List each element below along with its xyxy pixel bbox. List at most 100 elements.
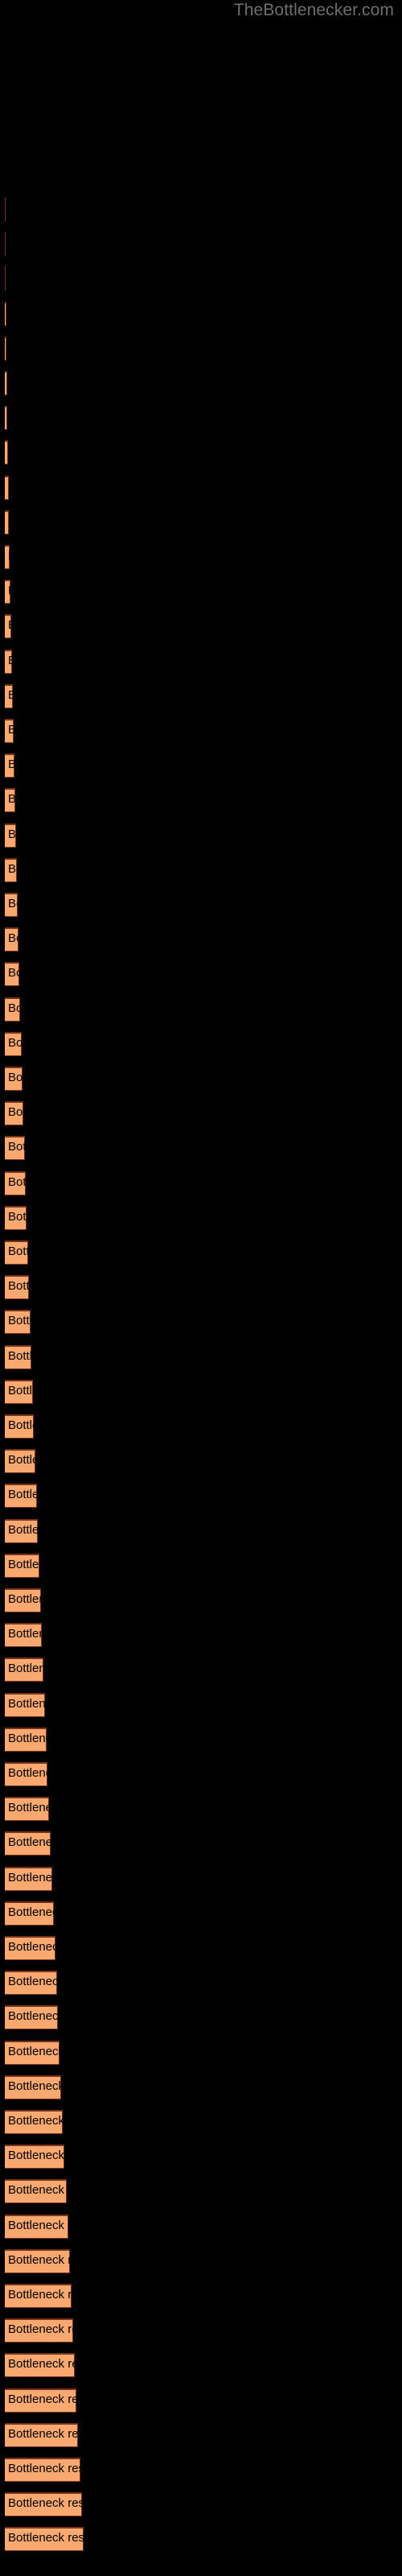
bar-label: Bottleneck result bbox=[8, 1697, 45, 1711]
bar-label: Bottleneck result bbox=[8, 792, 15, 806]
bar-label-clip: Bottleneck result bbox=[5, 476, 9, 500]
bar-row: Bottleneck result bbox=[0, 2179, 402, 2203]
bar-label: Bottleneck result bbox=[8, 1105, 23, 1119]
bar-row: Bottleneck result bbox=[0, 302, 402, 326]
bar-row: Bottleneck result bbox=[0, 2005, 402, 2029]
bar-label-clip: Bottleneck result bbox=[5, 1380, 33, 1404]
bar-row: Bottleneck result bbox=[0, 2110, 402, 2134]
bar-row: Bottleneck result bbox=[0, 371, 402, 395]
bar-row: Bottleneck result bbox=[0, 927, 402, 952]
bar-row: Bottleneck result bbox=[0, 2041, 402, 2065]
bar-label: Bottleneck result bbox=[8, 688, 13, 702]
bar-label-clip: Bottleneck result bbox=[5, 1554, 39, 1578]
bar-label: Bottleneck result bbox=[8, 1210, 27, 1224]
bar-label: Bottleneck result bbox=[8, 931, 18, 945]
bar-label-clip: Bottleneck result bbox=[5, 1588, 41, 1612]
bar-label: Bottleneck result bbox=[8, 2219, 68, 2232]
bar-label-clip: Bottleneck result bbox=[5, 580, 10, 604]
bar-label: Bottleneck result bbox=[8, 1175, 26, 1189]
bar-row: Bottleneck result bbox=[0, 266, 402, 291]
bar-row: Bottleneck result bbox=[0, 893, 402, 917]
bar-row: Bottleneck result bbox=[0, 1762, 402, 1786]
bar-label-clip: Bottleneck result bbox=[5, 1206, 27, 1230]
bar-row: Bottleneck result bbox=[0, 684, 402, 708]
bar-label-clip: Bottleneck result bbox=[5, 893, 18, 917]
chart-plot-area: Bottleneck result Bottleneck result Bottle… bbox=[0, 0, 402, 2576]
bar-label-clip: Bottleneck result bbox=[5, 2492, 82, 2516]
bar-label: Bottleneck result bbox=[8, 2531, 84, 2545]
bar-row: Bottleneck result bbox=[0, 997, 402, 1022]
bar-row: Bottleneck result bbox=[0, 824, 402, 848]
bar-label-clip: Bottleneck result bbox=[5, 927, 18, 952]
bar-row: Bottleneck result bbox=[0, 1588, 402, 1612]
bar-row: Bottleneck result bbox=[0, 753, 402, 778]
bar-label-clip: Bottleneck result bbox=[5, 788, 15, 812]
bar-label-clip: Bottleneck result bbox=[5, 545, 10, 569]
bar-row: Bottleneck result bbox=[0, 1554, 402, 1578]
bar-label: Bottleneck result bbox=[8, 1036, 22, 1050]
bar-label: Bottleneck result bbox=[8, 897, 18, 910]
bar-label-clip: Bottleneck result bbox=[5, 1936, 55, 1960]
bar-row: Bottleneck result bbox=[0, 1101, 402, 1125]
bar-row: Bottleneck result bbox=[0, 406, 402, 430]
bar-label-clip: Bottleneck result bbox=[5, 1414, 34, 1439]
bar-label: Bottleneck result bbox=[8, 1418, 34, 1432]
bar-row: Bottleneck result bbox=[0, 719, 402, 743]
bar-row: Bottleneck result bbox=[0, 858, 402, 882]
bar-label-clip: Bottleneck result bbox=[5, 2005, 58, 2029]
bar-label: Bottleneck result bbox=[8, 828, 16, 841]
bar-label: Bottleneck result bbox=[8, 2462, 80, 2475]
bar-label: Bottleneck result bbox=[8, 862, 17, 876]
bar-label: Bottleneck result bbox=[8, 2183, 67, 2197]
bar-row: Bottleneck result bbox=[0, 1414, 402, 1439]
bar-label-clip: Bottleneck result bbox=[5, 614, 11, 638]
bar-row: Bottleneck result bbox=[0, 2492, 402, 2516]
bar-label-clip: Bottleneck result bbox=[5, 650, 12, 674]
bar-label-clip: Bottleneck result bbox=[5, 197, 6, 221]
bar-label: Bottleneck result bbox=[8, 2253, 70, 2267]
bar-row: Bottleneck result bbox=[0, 197, 402, 221]
bar-row: Bottleneck result bbox=[0, 2284, 402, 2308]
bar-label-clip: Bottleneck result bbox=[5, 1484, 37, 1508]
bar-row: Bottleneck result bbox=[0, 2145, 402, 2169]
bar-row: Bottleneck result bbox=[0, 1380, 402, 1404]
bar-label: Bottleneck result bbox=[8, 1245, 28, 1258]
bar-row: Bottleneck result bbox=[0, 1693, 402, 1717]
bar-label: Bottleneck result bbox=[8, 1835, 51, 1849]
bar-label: Bottleneck result bbox=[8, 1662, 43, 1675]
bar-row: Bottleneck result bbox=[0, 1345, 402, 1369]
bar-label-clip: Bottleneck result bbox=[5, 753, 14, 778]
bar-row: Bottleneck result bbox=[0, 476, 402, 500]
bar-row: Bottleneck result bbox=[0, 1484, 402, 1508]
bar-label-clip: Bottleneck result bbox=[5, 1623, 42, 1647]
bar-label: Bottleneck result bbox=[8, 1384, 33, 1397]
bar-label: Bottleneck result bbox=[8, 1905, 54, 1919]
bar-row: Bottleneck result bbox=[0, 2353, 402, 2377]
bar-row: Bottleneck result bbox=[0, 1831, 402, 1856]
bar-label-clip: Bottleneck result bbox=[5, 2249, 70, 2273]
bar-label: Bottleneck result bbox=[8, 966, 19, 980]
bar-label: Bottleneck result bbox=[8, 2009, 58, 2023]
bar-row: Bottleneck result bbox=[0, 440, 402, 464]
bar-row: Bottleneck result bbox=[0, 1449, 402, 1473]
bar-row: Bottleneck result bbox=[0, 1797, 402, 1821]
bar-label-clip: Bottleneck result bbox=[5, 684, 13, 708]
bar-label-clip: Bottleneck result bbox=[5, 2388, 76, 2413]
bar-label: Bottleneck result bbox=[8, 1453, 35, 1467]
bar-label-clip: Bottleneck result bbox=[5, 2215, 68, 2239]
bar-row: Bottleneck result bbox=[0, 2388, 402, 2413]
bar-row: Bottleneck result bbox=[0, 1171, 402, 1195]
bar-label: Bottleneck result bbox=[8, 476, 9, 498]
bar-label-clip: Bottleneck result bbox=[5, 336, 6, 361]
bar-label: Bottleneck result bbox=[8, 2392, 76, 2406]
bar-label: Bottleneck result bbox=[8, 1871, 52, 1885]
bar-row: Bottleneck result bbox=[0, 2458, 402, 2482]
bar-label-clip: Bottleneck result bbox=[5, 2353, 75, 2377]
bar-label: Bottleneck result bbox=[8, 1523, 38, 1537]
bar-label-clip: Bottleneck result bbox=[5, 1867, 52, 1891]
bar-label: Bottleneck result bbox=[8, 2149, 64, 2162]
bar-row: Bottleneck result bbox=[0, 510, 402, 535]
bar-label-clip: Bottleneck result bbox=[5, 2179, 67, 2203]
bar-label-clip: Bottleneck result bbox=[5, 1310, 31, 1334]
bar-label-clip: Bottleneck result bbox=[5, 2145, 64, 2169]
